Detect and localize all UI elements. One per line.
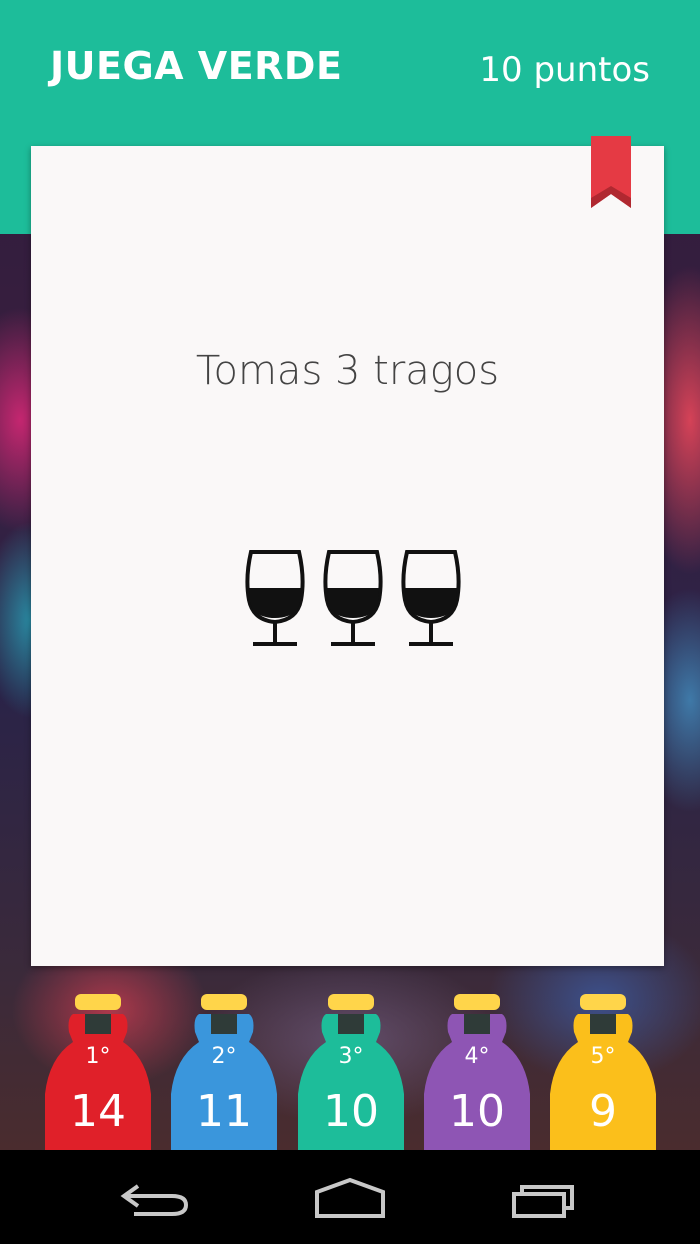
player-bottle-5[interactable]: 5° 9	[548, 994, 658, 1150]
home-button[interactable]	[305, 1172, 395, 1228]
player-rank: 1°	[85, 1044, 111, 1069]
player-score: 9	[589, 1086, 617, 1137]
player-bottle-2[interactable]: 2° 11	[169, 994, 279, 1150]
back-button[interactable]	[110, 1172, 200, 1228]
player-rank: 2°	[211, 1044, 237, 1069]
bookmark-icon[interactable]	[591, 136, 631, 208]
android-navigation-bar	[0, 1150, 700, 1244]
player-score: 10	[449, 1086, 505, 1137]
home-icon	[315, 1177, 385, 1218]
wine-glasses	[241, 548, 481, 658]
challenge-card[interactable]: Tomas 3 tragos	[31, 136, 664, 966]
player-bottle-1[interactable]: 1° 14	[43, 994, 153, 1150]
wine-glass-icon	[323, 550, 383, 646]
player-score: 14	[70, 1086, 126, 1137]
back-icon	[120, 1184, 189, 1216]
wine-glass-icon	[401, 550, 461, 646]
game-title: JUEGA VERDE	[50, 44, 343, 88]
wine-glass-icon	[245, 550, 305, 646]
recent-apps-icon	[512, 1185, 574, 1218]
player-score: 11	[196, 1086, 252, 1137]
player-rank: 4°	[464, 1044, 490, 1069]
player-score: 10	[323, 1086, 379, 1137]
player-rank: 3°	[338, 1044, 364, 1069]
points-label: 10 puntos	[479, 50, 650, 90]
challenge-text: Tomas 3 tragos	[195, 348, 500, 394]
player-scoreboard: 1° 14 2° 11 3° 10 4° 10 5° 9	[0, 994, 700, 1150]
recent-apps-button[interactable]	[500, 1172, 590, 1228]
player-bottle-3[interactable]: 3° 10	[296, 994, 406, 1150]
player-bottle-4[interactable]: 4° 10	[422, 994, 532, 1150]
player-rank: 5°	[590, 1044, 616, 1069]
